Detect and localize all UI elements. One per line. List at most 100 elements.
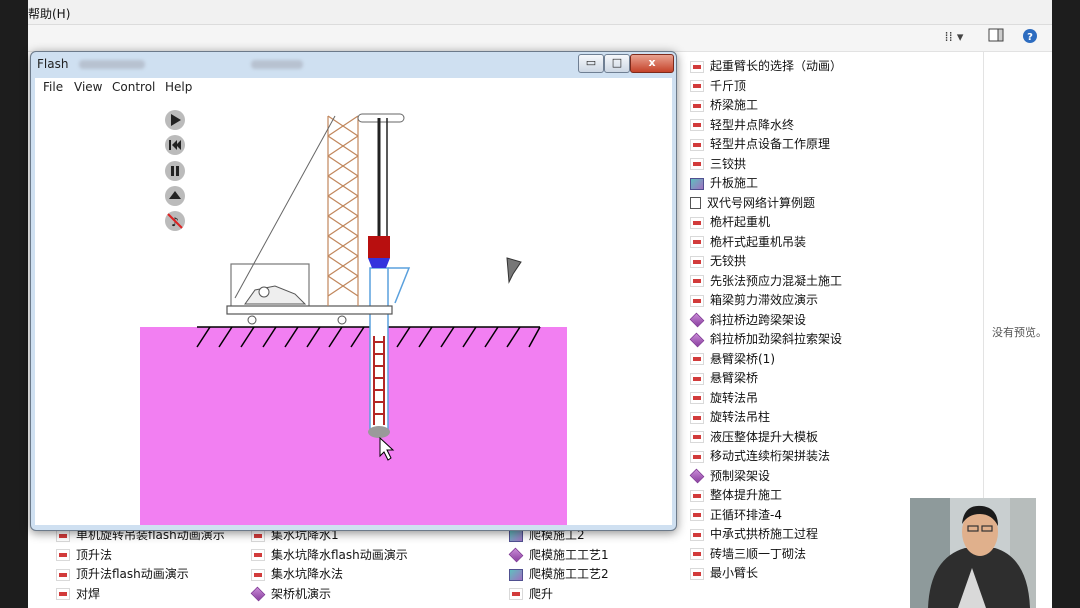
crane-stay-cable [234,115,336,299]
file-list-right: 起重臂长的选择（动画） 千斤顶桥梁施工 轻型井点降水终轻型井点设备工作原理 三铰拱升板… [689,57,842,584]
file-item[interactable]: 轻型井点降水终 [690,116,842,136]
crane-mast [327,115,359,306]
file-name: 液压整体提升大模板 [710,429,819,444]
file-item[interactable]: 正循环排渣-4 [690,506,842,526]
file-name: 爬升 [529,586,554,601]
file-item[interactable]: 爬模施工工艺2 [509,565,609,585]
file-item[interactable]: 预制梁架设 [689,467,842,487]
file-name: 集水坑降水flash动画演示 [271,547,408,562]
file-item[interactable]: 轻型井点设备工作原理 [690,135,842,155]
drill-bit [368,426,390,438]
maximize-button[interactable]: □ [604,54,630,73]
file-item[interactable]: 双代号网络计算例题 [690,194,842,214]
file-name: 顶升法 [76,547,113,562]
swf-file-icon [56,588,70,601]
file-item[interactable]: 悬臂梁桥(1) [690,350,842,370]
help-icon[interactable]: ? [1020,28,1040,48]
file-item[interactable]: 箱梁剪力滞效应演示 [690,291,842,311]
menu-help-flash[interactable]: Help [165,80,192,94]
file-item[interactable]: 对焊 [56,585,225,605]
file-item[interactable]: 顶升法 [56,546,225,566]
file-item[interactable]: 桅杆起重机 [690,213,842,233]
file-name: 桅杆起重机 [710,215,771,229]
file-name: 旋转法吊 [710,390,759,405]
file-item[interactable]: 起重臂长的选择（动画） [690,57,842,77]
pause-button[interactable] [165,161,185,181]
eject-button[interactable] [165,186,185,206]
view-options-icon[interactable]: ⁞⁞ ▾ [934,28,974,48]
file-item[interactable]: 先张法预应力混凝土施工 [690,272,842,292]
rewind-button[interactable] [165,135,185,155]
file-item[interactable]: 顶升法flash动画演示 [56,565,225,585]
file-item[interactable]: 升板施工 [690,174,842,194]
file-name: 桅杆式起重机吊装 [710,234,807,249]
mute-sound-icon[interactable]: ♪ [165,211,185,231]
file-item[interactable]: 桅杆式起重机吊装 [690,233,842,253]
file-item[interactable]: 桥梁施工 [690,96,842,116]
file-list-bottom-col3: 爬模施工2 爬模施工工艺1 爬模施工工艺2 爬升 [508,526,609,605]
swf-file-icon [690,411,704,424]
flash-file-icon [689,332,705,348]
menu-help[interactable]: 帮助(H) [28,5,70,22]
preview-pane-icon[interactable] [986,28,1006,48]
file-name: 轻型井点设备工作原理 [710,137,831,151]
flash-window-title: Flash [37,57,69,71]
swf-file-icon [690,528,704,541]
file-item[interactable]: 液压整体提升大模板 [690,428,842,448]
file-name: 起重臂长的选择（动画） [710,59,843,73]
swf-file-icon [690,353,704,366]
file-item[interactable]: 旋转法吊柱 [690,408,842,428]
file-item[interactable]: 无铰拱 [690,252,842,272]
file-name: 爬模施工工艺1 [529,547,609,562]
swf-file-icon [690,99,704,112]
file-name: 悬臂梁桥(1) [710,351,775,366]
file-item[interactable]: 集水坑降水法 [251,565,408,585]
file-item[interactable]: 架桥机演示 [250,585,408,605]
swf-file-icon [690,138,704,151]
play-button[interactable] [165,110,185,130]
flash-file-icon [689,468,705,484]
crane-base [226,263,393,325]
file-name: 对焊 [76,586,101,601]
menu-file[interactable]: File [43,80,63,94]
flash-file-icon [250,586,266,602]
file-item[interactable]: 爬升 [509,585,609,605]
file-item[interactable]: 爬模施工工艺1 [508,546,609,566]
flash-stage[interactable]: ♪ [35,98,672,525]
file-name: 三铰拱 [710,156,747,171]
file-item[interactable]: 集水坑降水flash动画演示 [251,546,408,566]
menu-control[interactable]: Control [112,80,155,94]
swf-file-icon [251,549,265,562]
file-name: 顶升法flash动画演示 [76,567,189,581]
file-item[interactable]: 三铰拱 [690,155,842,175]
flash-player-window[interactable]: Flash ▭ □ x File View Control Help [30,51,677,531]
flash-menubar: File View Control Help [35,78,672,99]
swf-file-icon [690,255,704,268]
file-name: 轻型井点降水终 [710,117,795,132]
file-name: 无铰拱 [710,254,747,268]
file-item[interactable]: 砖墙三顺一丁砌法 [690,545,842,565]
swf-file-icon [690,216,704,229]
file-name: 千斤顶 [710,78,747,93]
file-item[interactable]: 旋转法吊 [690,389,842,409]
swf-file-icon [690,275,704,288]
minimize-button[interactable]: ▭ [578,54,604,73]
swf-file-icon [690,509,704,522]
file-item[interactable]: 整体提升施工 [690,486,842,506]
file-item[interactable]: 最小臂长 [690,564,842,584]
swf-file-icon [56,529,70,542]
file-name: 爬模施工工艺2 [529,567,609,581]
file-item[interactable]: 千斤顶 [690,77,842,97]
file-name: 斜拉桥边跨梁架设 [710,312,807,327]
file-item[interactable]: 移动式连续桁架拼装法 [690,447,842,467]
file-name: 旋转法吊柱 [710,410,771,424]
app-file-icon [509,568,523,581]
file-item[interactable]: 中承式拱桥施工过程 [690,525,842,545]
close-button[interactable]: x [630,54,674,73]
flash-file-icon [508,547,524,563]
menu-view[interactable]: View [74,80,102,94]
file-item[interactable]: 斜拉桥加劲梁斜拉索架设 [689,330,842,350]
file-name: 中承式拱桥施工过程 [710,527,819,541]
file-item[interactable]: 斜拉桥边跨梁架设 [689,311,842,331]
file-item[interactable]: 悬臂梁桥 [690,369,842,389]
